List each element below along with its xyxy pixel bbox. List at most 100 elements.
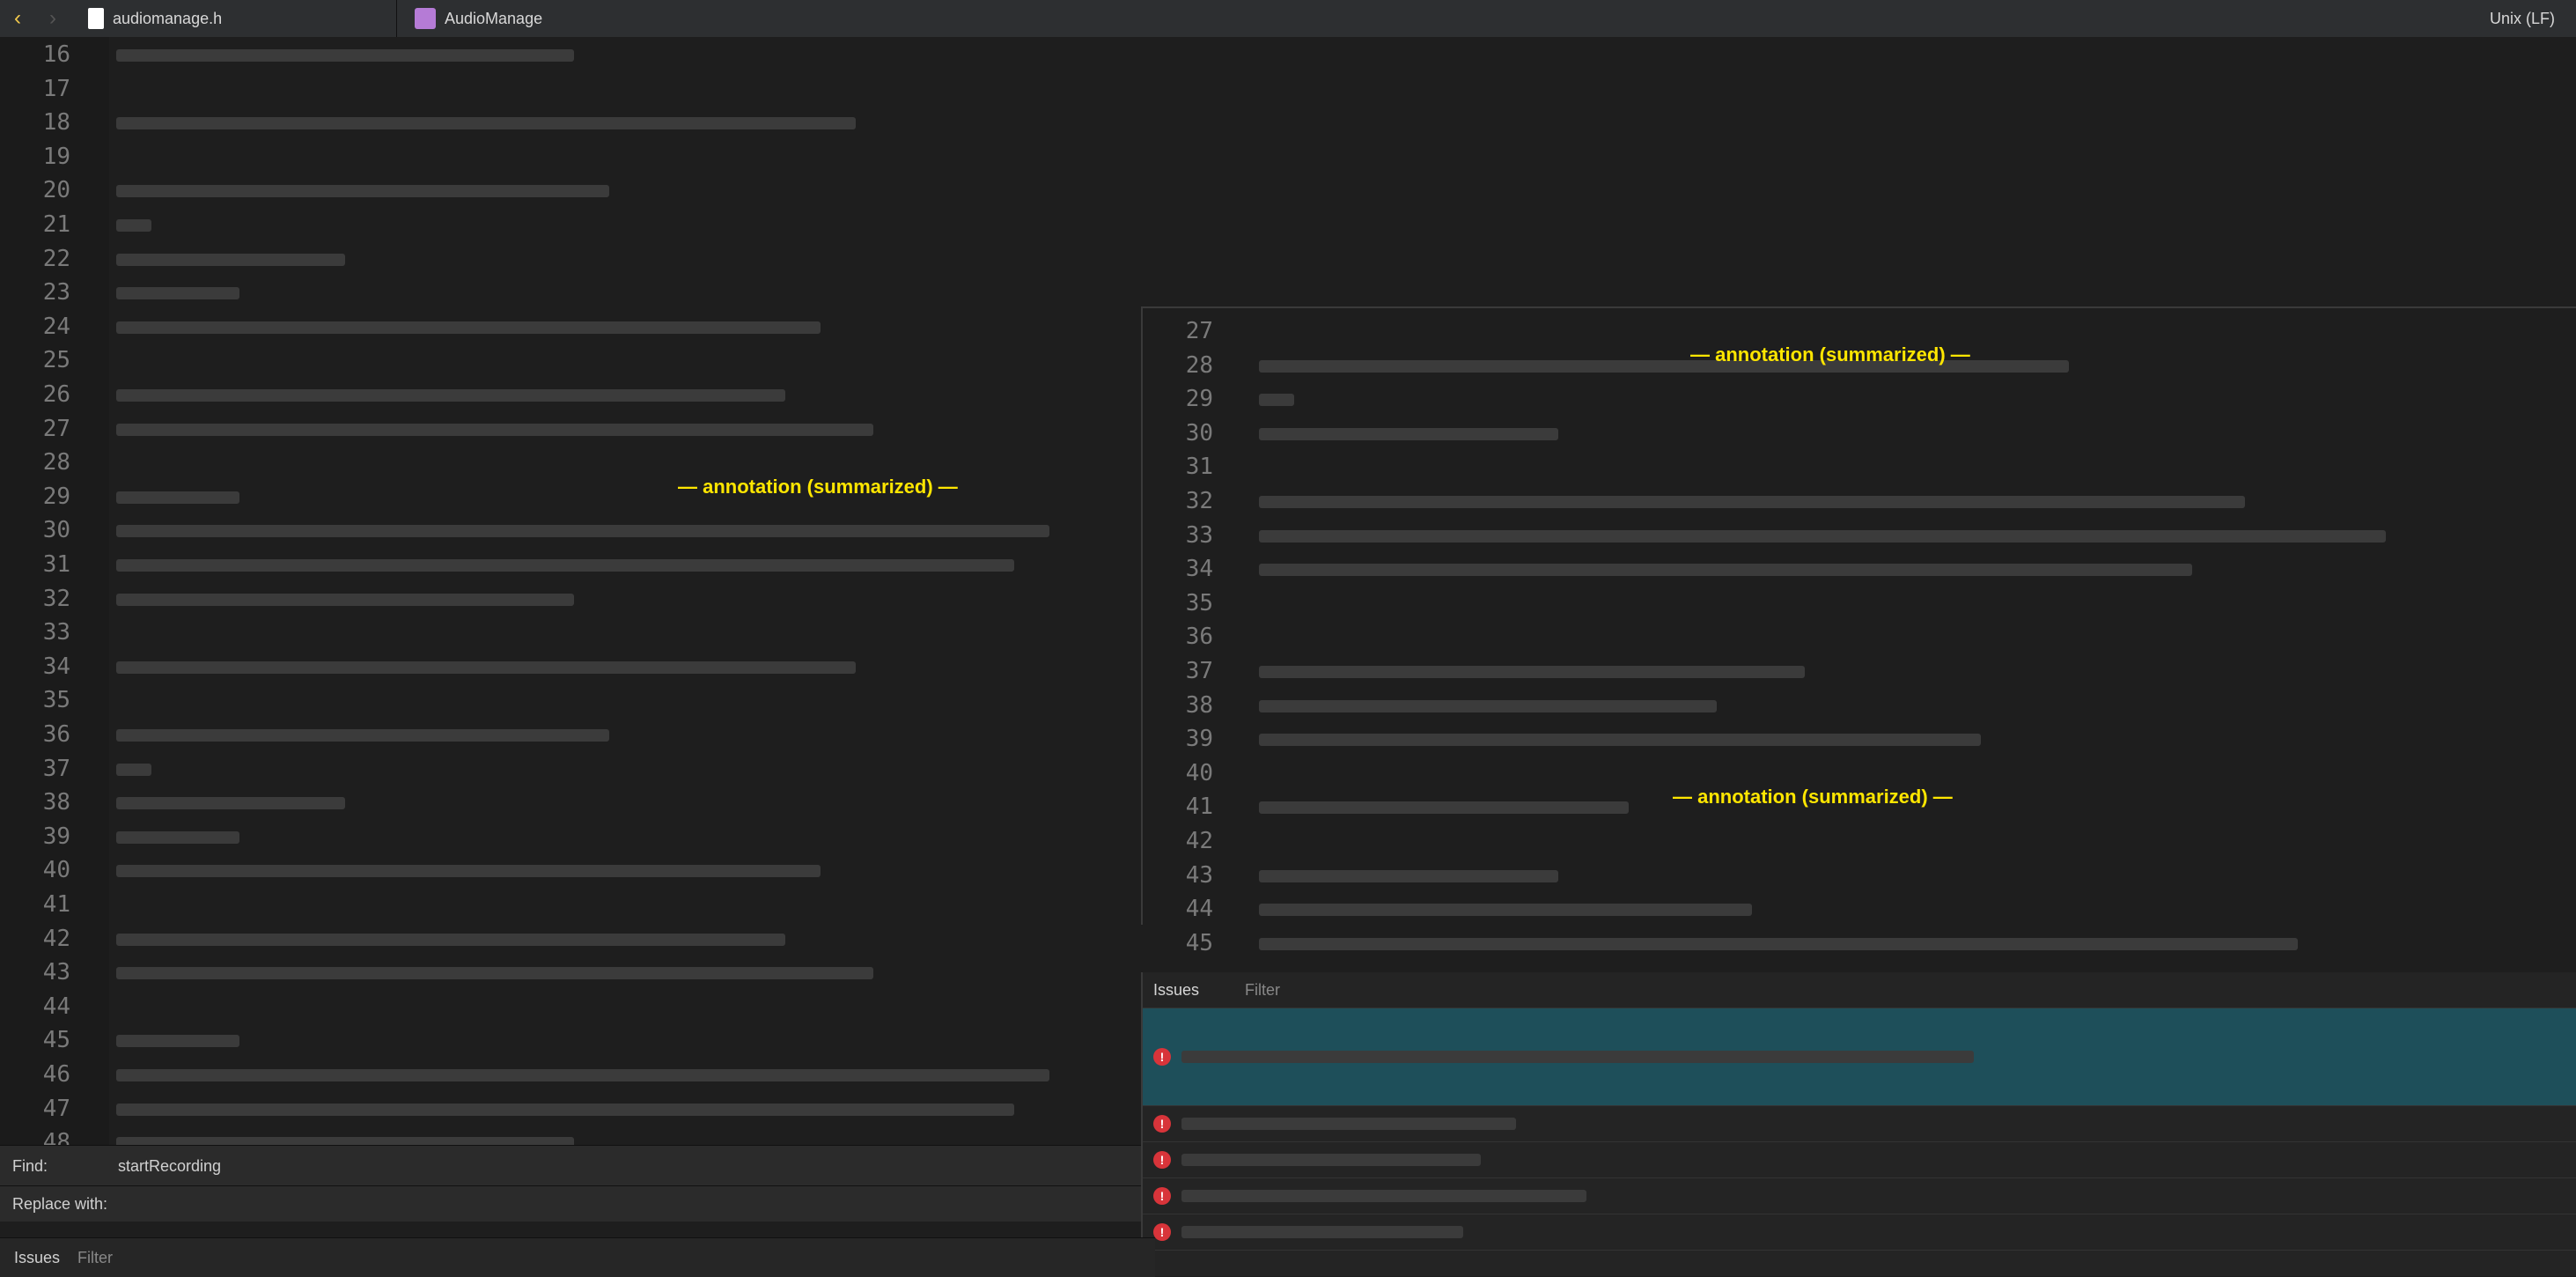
line-number: 40	[42, 857, 70, 884]
find-input[interactable]: startRecording	[118, 1157, 221, 1176]
back-arrow-icon[interactable]: ‹	[0, 0, 35, 37]
issues-tab[interactable]: Issues	[14, 1249, 60, 1267]
annotation-4: — annotation (summarized) —	[1673, 786, 1953, 808]
line-number: 40	[1185, 759, 1213, 786]
class-selector[interactable]: AudioManage	[397, 8, 560, 29]
line-number: 42	[1185, 828, 1213, 854]
code-text-placeholder	[116, 246, 345, 272]
issue-row-selected[interactable]: !	[1143, 1008, 2576, 1106]
code-text-placeholder	[116, 823, 239, 850]
code-line[interactable]: 37	[1143, 655, 2576, 687]
code-line[interactable]: 33	[1143, 520, 2576, 551]
line-number: 36	[1185, 624, 1213, 651]
code-line[interactable]: 17	[0, 73, 2576, 105]
code-text-placeholder	[116, 586, 574, 612]
code-line[interactable]: 31	[1143, 451, 2576, 483]
code-text-placeholder	[116, 279, 239, 306]
code-line[interactable]: 39	[1143, 723, 2576, 755]
issues-header: Issues Filter	[1143, 972, 2576, 1008]
file-name: audiomanage.h	[113, 9, 223, 27]
code-line[interactable]: 40	[1143, 757, 2576, 789]
code-line[interactable]: 34	[1143, 553, 2576, 585]
line-number: 35	[1185, 589, 1213, 616]
code-line[interactable]: 45	[1143, 927, 2576, 959]
code-text-placeholder	[116, 41, 574, 68]
code-text-placeholder	[1259, 692, 1717, 719]
code-text-placeholder	[116, 517, 1049, 543]
code-line[interactable]: 36	[1143, 621, 2576, 653]
line-number: 41	[42, 891, 70, 918]
code-line[interactable]: 44	[1143, 893, 2576, 925]
code-text-placeholder	[116, 109, 856, 136]
error-icon: !	[1153, 1048, 1171, 1066]
code-line[interactable]: 20	[0, 174, 2576, 206]
error-icon: !	[1153, 1151, 1171, 1169]
line-number: 41	[1185, 794, 1213, 821]
line-number: 27	[42, 415, 70, 442]
line-number: 32	[42, 585, 70, 612]
replace-label: Replace with:	[12, 1194, 108, 1213]
line-number: 37	[42, 755, 70, 782]
class-name: AudioManage	[445, 9, 543, 27]
line-number: 33	[1185, 521, 1213, 549]
code-line[interactable]: 19	[0, 141, 2576, 173]
line-number: 18	[42, 109, 70, 137]
code-line[interactable]: 16	[0, 39, 2576, 70]
code-line[interactable]: 38	[1143, 690, 2576, 721]
line-number: 30	[1185, 419, 1213, 447]
code-text-placeholder	[116, 721, 609, 748]
code-text-placeholder	[116, 416, 873, 442]
line-number: 31	[1185, 454, 1213, 481]
line-number: 21	[42, 211, 70, 238]
line-number: 47	[42, 1095, 70, 1122]
issue-row[interactable]: !	[1143, 1178, 2576, 1214]
issue-row[interactable]: !	[1143, 1106, 2576, 1142]
code-text-placeholder	[116, 789, 345, 816]
code-line[interactable]: 35	[1143, 587, 2576, 619]
line-ending-selector[interactable]: Unix (LF)	[2490, 0, 2576, 37]
forward-arrow-icon[interactable]: ›	[35, 0, 70, 37]
issue-row[interactable]: !	[1143, 1214, 2576, 1251]
line-number: 36	[42, 721, 70, 748]
error-icon: !	[1153, 1223, 1171, 1241]
code-line[interactable]: 42	[1143, 825, 2576, 857]
header-file-icon	[88, 8, 104, 29]
code-text-placeholder	[116, 857, 821, 883]
file-tab[interactable]: audiomanage.h	[70, 0, 397, 37]
line-number: 39	[42, 823, 70, 850]
line-number: 43	[42, 959, 70, 986]
line-number: 35	[42, 687, 70, 714]
filter-input[interactable]: Filter	[77, 1249, 113, 1267]
code-line[interactable]: 27	[1143, 315, 2576, 347]
line-number: 31	[42, 551, 70, 578]
line-number: 29	[42, 483, 70, 510]
issues-panel[interactable]: Issues Filter ! ! ! ! !	[1141, 972, 2576, 1276]
line-number: 43	[1185, 861, 1213, 889]
code-line[interactable]: 43	[1143, 860, 2576, 891]
code-text-placeholder	[116, 653, 856, 680]
top-toolbar: ‹ › audiomanage.h AudioManage Unix (LF)	[0, 0, 2576, 38]
code-line[interactable]: 32	[1143, 485, 2576, 517]
line-number: 30	[42, 517, 70, 544]
code-line[interactable]: 21	[0, 209, 2576, 240]
split-editor-panel[interactable]: 27 28 29 30 31 32 33 34 35 36 37 38 39 40 41 42 43 44 45	[1141, 306, 2576, 956]
code-text-placeholder	[1259, 726, 1981, 752]
code-text-placeholder	[1259, 556, 2192, 582]
code-text-placeholder	[1259, 930, 2298, 956]
code-text-placeholder	[1259, 522, 2386, 549]
issue-row[interactable]: !	[1143, 1142, 2576, 1178]
annotation-3: — annotation (summarized) —	[678, 476, 958, 498]
line-number: 46	[42, 1061, 70, 1088]
class-icon	[415, 8, 436, 29]
code-line[interactable]: 23	[0, 277, 2576, 308]
code-line[interactable]: 22	[0, 243, 2576, 275]
code-text-placeholder	[116, 381, 785, 408]
find-label: Find:	[12, 1156, 48, 1175]
code-text-placeholder	[116, 926, 785, 952]
annotation-2: — annotation (summarized) —	[1690, 343, 1970, 365]
code-text-placeholder	[1259, 896, 1752, 922]
code-line[interactable]: 29	[1143, 383, 2576, 415]
code-line[interactable]: 18	[0, 107, 2576, 138]
code-line[interactable]: 30	[1143, 417, 2576, 449]
line-number: 17	[42, 75, 70, 102]
